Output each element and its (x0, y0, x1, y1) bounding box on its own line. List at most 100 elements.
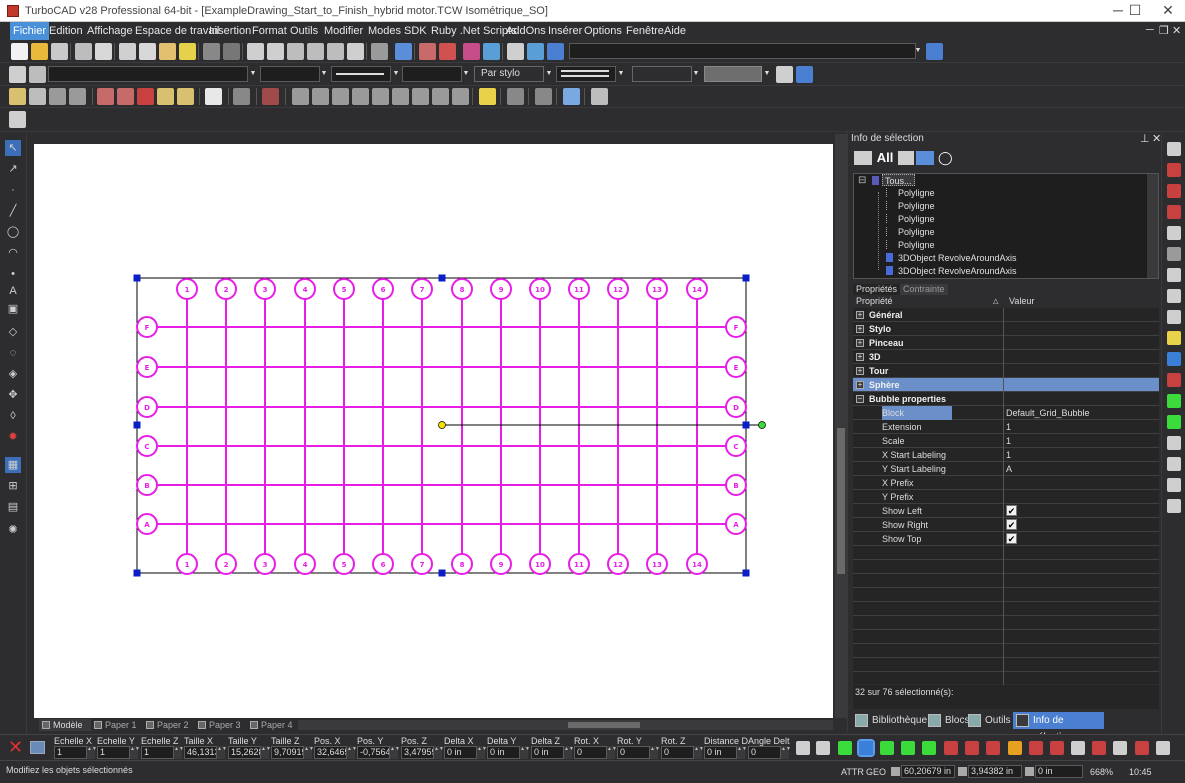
snap-tool-icon[interactable] (1167, 163, 1181, 177)
mdi-restore-button[interactable]: ❐ (1159, 24, 1169, 37)
zoom-in-icon[interactable] (247, 43, 264, 60)
new-file-icon[interactable] (11, 43, 28, 60)
line-width-combo[interactable] (402, 66, 462, 82)
spin-arrows-icon[interactable]: ▲▼ (87, 746, 97, 759)
selection-handle[interactable] (438, 569, 446, 577)
grid-bubble-drawing[interactable]: 1 2 3 4 5 6 7 8 9 10 11 12 13 141 2 3 4 5 6 7 8 9 10 11 12 13 14FE… (34, 144, 833, 721)
snap-mode-icon[interactable] (1071, 741, 1085, 755)
spin-arrows-icon[interactable]: ▲▼ (347, 746, 357, 759)
surface-icon[interactable]: ◌ (5, 345, 21, 361)
chevron-down-icon[interactable]: ▼ (616, 66, 626, 82)
coord-field[interactable]: 3,47959 in (401, 746, 434, 759)
axis-handle-start[interactable] (438, 421, 446, 429)
value-column-header[interactable]: Valeur (1009, 295, 1034, 308)
property-row[interactable]: X Prefix (853, 476, 1159, 490)
spin-arrows-icon[interactable]: ▲▼ (304, 746, 314, 759)
view-iso2-icon[interactable] (432, 88, 449, 105)
snap-tool-icon[interactable] (1167, 205, 1181, 219)
help-pointer-icon[interactable] (926, 43, 943, 60)
property-row[interactable]: Show Top ✔ (853, 532, 1159, 546)
menu-outils[interactable]: Outils (287, 22, 321, 40)
coord-field[interactable]: 46,13138 in (184, 746, 217, 759)
spin-arrows-icon[interactable]: ▲▼ (217, 746, 227, 759)
snap-mode-icon[interactable] (816, 741, 830, 755)
style-palette-icon[interactable] (796, 66, 813, 83)
chevron-down-icon[interactable]: ▼ (461, 66, 471, 82)
select-arrow-icon[interactable]: ↖ (5, 140, 21, 156)
selection-handle[interactable] (133, 421, 141, 429)
view-right-icon[interactable] (352, 88, 369, 105)
snap-mode-icon[interactable] (1113, 741, 1127, 755)
coord-field[interactable]: 1 (54, 746, 87, 759)
property-group-row[interactable]: − Bubble properties (853, 392, 1159, 406)
brush-combo[interactable] (556, 66, 616, 82)
tree-scrollbar[interactable] (1147, 174, 1158, 278)
snap-tool-icon[interactable] (1167, 247, 1181, 261)
view-front-icon[interactable] (292, 88, 309, 105)
chevron-down-icon[interactable]: ▼ (319, 66, 329, 82)
zoom-icon[interactable]: ▦ (5, 457, 21, 473)
3d-icon[interactable]: ◇ (5, 324, 21, 340)
select-all-button[interactable]: All (876, 149, 894, 167)
coord-field[interactable]: 15,26282 in (228, 746, 261, 759)
menu-inserer[interactable]: Insérer (545, 22, 585, 40)
spin-arrows-icon[interactable]: ▲▼ (650, 746, 660, 759)
zoom-out-icon[interactable] (267, 43, 284, 60)
print-icon[interactable] (75, 43, 92, 60)
menu-aide[interactable]: Aide (661, 22, 689, 40)
open-folder-icon[interactable] (31, 43, 48, 60)
snap-tool-icon[interactable] (1167, 394, 1181, 408)
tree-item[interactable]: Polyligne (898, 213, 935, 225)
render-icon[interactable] (439, 43, 456, 60)
slice-icon[interactable] (157, 88, 174, 105)
snap-tool-icon[interactable] (1167, 415, 1181, 429)
collapse-toggle-icon[interactable]: ⊟ (858, 175, 868, 187)
snap-mode-icon[interactable] (965, 741, 979, 755)
view-top-icon[interactable] (372, 88, 389, 105)
snap-tool-icon[interactable] (1167, 436, 1181, 450)
extrude-icon[interactable] (97, 88, 114, 105)
selection-tree[interactable]: ⊟ Tous... Polyligne Polyligne Polyligne … (853, 173, 1159, 279)
measure-icon[interactable] (233, 88, 250, 105)
materials-icon[interactable] (463, 43, 480, 60)
line-style-combo[interactable] (331, 66, 391, 82)
snap-mode-icon[interactable] (796, 741, 810, 755)
3d-cone-icon[interactable] (69, 88, 86, 105)
spin-arrows-icon[interactable]: ▲▼ (737, 746, 747, 759)
chevron-down-icon[interactable]: ▼ (544, 66, 554, 82)
snap-mode-icon[interactable] (1092, 741, 1106, 755)
coord-field[interactable]: 32,64659 in (314, 746, 347, 759)
mdi-close-button[interactable]: ✕ (1172, 24, 1181, 37)
grid-icon[interactable] (9, 111, 26, 128)
attr-indicator[interactable]: ATTR (841, 767, 864, 777)
chevron-down-icon[interactable]: ▼ (391, 66, 401, 82)
snap-tool-icon[interactable] (1167, 268, 1181, 282)
cancel-icon[interactable]: ✕ (8, 738, 23, 756)
shape-icon[interactable]: ▣ (5, 301, 21, 317)
chevron-down-icon[interactable]: ▼ (691, 66, 701, 82)
menu-sdk[interactable]: SDK (401, 22, 430, 40)
draft-palette-icon[interactable] (591, 88, 608, 105)
color-combo[interactable] (260, 66, 320, 82)
property-row[interactable]: Block Default_Grid_Bubble (853, 406, 1159, 420)
snap-tool-icon[interactable] (1167, 226, 1181, 240)
snap-tool-icon[interactable] (1167, 331, 1181, 345)
spin-arrows-icon[interactable]: ▲▼ (130, 746, 140, 759)
property-group-row[interactable]: + Stylo (853, 322, 1159, 336)
expand-toggle-icon[interactable]: + (856, 381, 864, 389)
tab-paper-4[interactable]: Paper 4 (247, 719, 299, 731)
horizontal-scroll-thumb[interactable] (568, 722, 640, 728)
snap-tool-icon[interactable] (1167, 289, 1181, 303)
edit-tool-icon[interactable]: ↗ (5, 161, 21, 177)
menu-addons[interactable]: AddOns (503, 22, 549, 40)
vertical-scroll-thumb[interactable] (837, 428, 845, 574)
property-checkbox[interactable]: ✔ (1006, 505, 1017, 516)
spin-arrows-icon[interactable]: ▲▼ (477, 746, 487, 759)
collapse-toggle-icon[interactable]: − (856, 395, 864, 403)
property-row[interactable]: Show Right ✔ (853, 518, 1159, 532)
menu-fichier[interactable]: Fichier (10, 22, 50, 40)
property-row[interactable]: Y Start Labeling A (853, 462, 1159, 476)
tab-modele[interactable]: Modèle (39, 719, 91, 731)
snap-tool-icon[interactable] (1167, 184, 1181, 198)
printer-settings-icon[interactable] (29, 66, 46, 83)
